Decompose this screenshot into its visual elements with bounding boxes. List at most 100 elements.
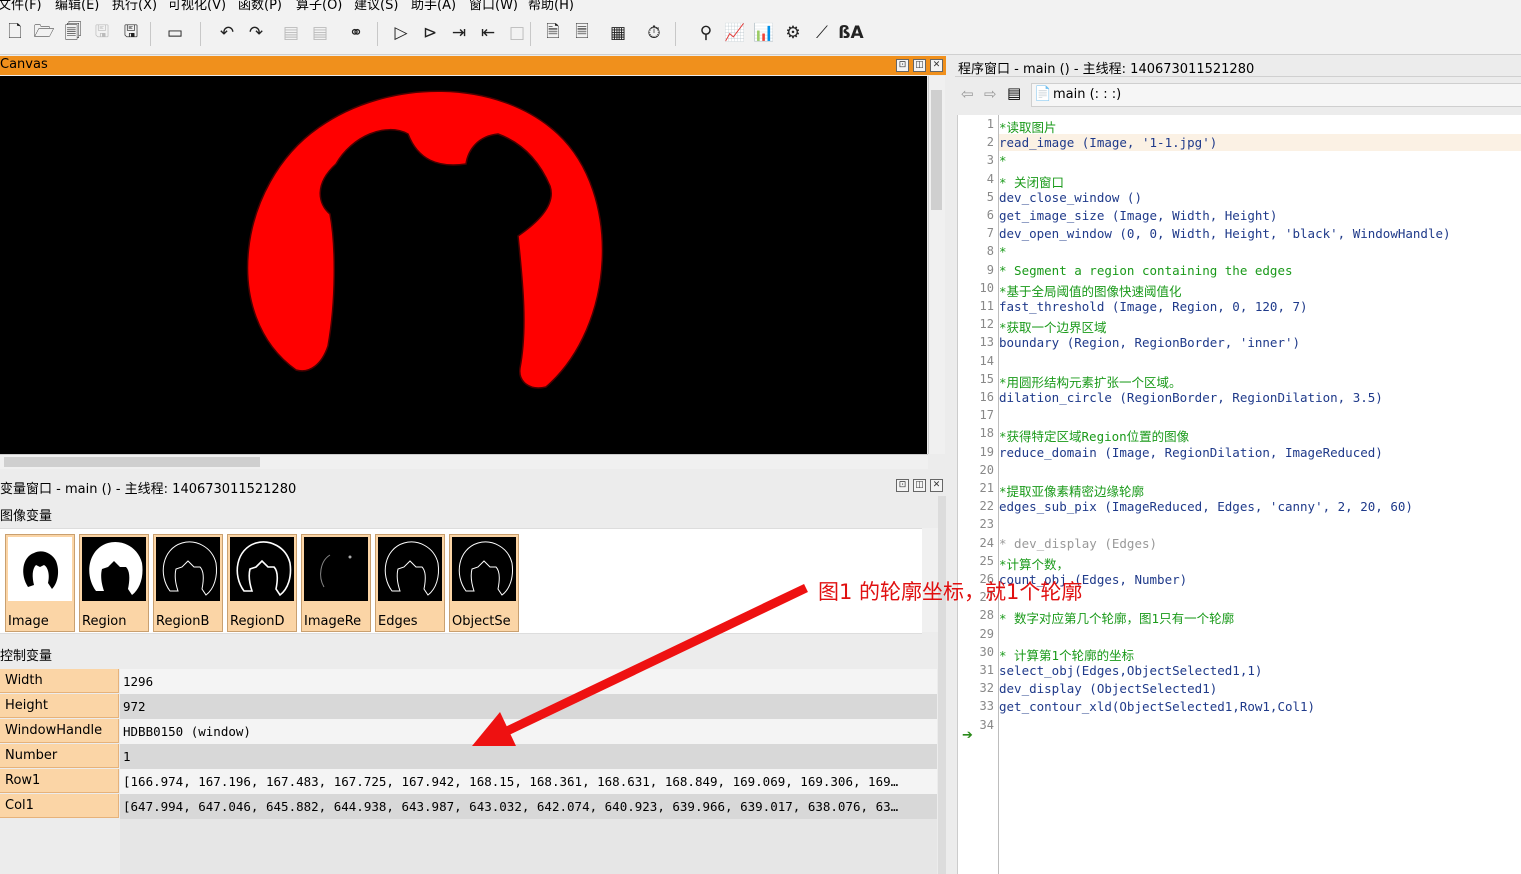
code-line[interactable]: * 关闭窗口 (999, 172, 1064, 191)
save-all-icon[interactable]: 🖫 (118, 20, 144, 46)
run-icon[interactable]: ▷ (388, 20, 414, 46)
paste-disabled-icon[interactable]: ▤ (307, 20, 333, 46)
forward-arrow-icon[interactable]: ⇨ (984, 85, 997, 103)
ocr-icon[interactable]: ßA (838, 20, 864, 46)
code-line[interactable]: get_contour_xld(ObjectSelected1,Row1,Col… (999, 699, 1315, 714)
code-line[interactable]: * dev_display (Edges) (999, 536, 1157, 551)
thumbnail (230, 537, 294, 601)
record-icon[interactable]: ▭ (162, 20, 188, 46)
scroll-thumb[interactable] (931, 90, 942, 210)
canvas-title-bar[interactable]: Canvas ⊡ ◫ ✕ (0, 56, 946, 75)
variable-window-title: 变量窗口 - main () - 主线程: 140673011521280 (0, 482, 297, 497)
program-window-title-bar[interactable]: 程序窗口 - main () - 主线程: 140673011521280 (955, 56, 1521, 77)
menu-operators[interactable]: 算子(O) (296, 0, 342, 13)
variable-window-title-bar[interactable]: 变量窗口 - main () - 主线程: 140673011521280 ⊡ … (0, 476, 946, 497)
code-line[interactable]: edges_sub_pix (ImageReduced, Edges, 'can… (999, 499, 1413, 514)
menu-assistants[interactable]: 助手(A) (411, 0, 456, 13)
redo-icon[interactable]: ↷ (243, 20, 269, 46)
code-line[interactable]: *提取亚像素精密边缘轮廓 (999, 481, 1144, 500)
code-line[interactable]: *计算个数， (999, 554, 1069, 573)
graphics-canvas[interactable] (0, 76, 927, 454)
menu-help[interactable]: 帮助(H) (528, 0, 574, 13)
code-line[interactable]: * 数字对应第几个轮廓，图1只有一个轮廓 (999, 608, 1234, 627)
step-back-icon[interactable]: ⇤ (475, 20, 501, 46)
code-line[interactable]: * Segment a region containing the edges (999, 263, 1293, 278)
toolbar-separator (200, 22, 201, 46)
code-line[interactable]: *基于全局阈值的图像快速阈值化 (999, 281, 1182, 300)
profiler-icon[interactable]: ⏱ (641, 20, 667, 46)
thumb-regiondilation[interactable]: RegionD (227, 534, 297, 632)
float-icon[interactable]: ⊡ (896, 59, 909, 72)
menu-file[interactable]: 文件(F) (0, 0, 42, 13)
code-line[interactable]: reduce_domain (Image, RegionDilation, Im… (999, 445, 1383, 460)
line-profile-icon[interactable]: ⟋ (809, 20, 835, 46)
activate-icon[interactable]: ▦ (605, 20, 631, 46)
thumb-image[interactable]: Image (5, 534, 75, 632)
variable-window-scrollbar[interactable] (938, 496, 946, 874)
code-line[interactable]: dilation_circle (RegionBorder, RegionDil… (999, 390, 1383, 405)
thumb-edges[interactable]: Edges (375, 534, 445, 632)
line-number: 4 (986, 171, 994, 186)
table-row[interactable]: Height 972 (0, 694, 937, 719)
table-row[interactable]: Number 1 (0, 744, 937, 769)
menu-edit[interactable]: 编辑(E) (55, 0, 99, 13)
thumb-imagereduced[interactable]: ImageRe (301, 534, 371, 632)
menu-window[interactable]: 窗口(W) (469, 0, 518, 13)
code-line[interactable]: * (999, 244, 1007, 259)
open-icon[interactable]: 🗁 (31, 20, 57, 46)
code-line[interactable]: * 计算第1个轮廓的坐标 (999, 645, 1134, 664)
line-number: 34 (979, 717, 994, 732)
program-editor[interactable]: 1 2 3 4 5 6 7 8 9 10 11 12 13 14 15 16 17 18 19 20 21 22 23 24 2… (957, 115, 1521, 874)
insert-icon[interactable]: 🗎 (540, 20, 566, 46)
cut-disabled-icon[interactable]: ▤ (278, 20, 304, 46)
code-line[interactable]: dev_open_window (0, 0, Width, Height, 'b… (999, 226, 1451, 241)
back-arrow-icon[interactable]: ⇦ (961, 85, 974, 103)
code-line[interactable]: *获得特定区域Region位置的图像 (999, 426, 1189, 445)
canvas-vertical-scrollbar[interactable] (928, 76, 945, 454)
find-icon[interactable]: ⚭ (343, 20, 369, 46)
thumb-region[interactable]: Region (79, 534, 149, 632)
table-row[interactable]: Width 1296 (0, 669, 937, 694)
save-disabled-icon[interactable]: 🖫 (89, 20, 115, 46)
menu-visualize[interactable]: 可视化(V) (168, 0, 226, 13)
histogram-icon[interactable]: 📊 (751, 20, 777, 46)
code-line[interactable]: select_obj(Edges,ObjectSelected1,1) (999, 663, 1262, 678)
canvas-horizontal-scrollbar[interactable] (0, 454, 928, 469)
menu-execute[interactable]: 执行(X) (112, 0, 157, 13)
step-over-icon[interactable]: ⊳ (417, 20, 443, 46)
float-icon[interactable]: ⊡ (896, 479, 909, 492)
close-icon[interactable]: ✕ (930, 59, 943, 72)
scroll-thumb[interactable] (4, 457, 260, 467)
code-line[interactable]: *获取一个边界区域 (999, 317, 1107, 336)
graph-icon[interactable]: 📈 (722, 20, 748, 46)
thumb-regionborder[interactable]: RegionB (153, 534, 223, 632)
procedure-list-icon[interactable]: ▤ (1007, 84, 1021, 102)
code-line[interactable]: get_image_size (Image, Width, Height) (999, 208, 1277, 223)
step-forward-icon[interactable]: ⇥ (446, 20, 472, 46)
browse-icon[interactable]: 🗐 (60, 20, 86, 46)
restore-icon[interactable]: ◫ (913, 59, 926, 72)
menu-suggestions[interactable]: 建议(S) (354, 0, 398, 13)
gray-icon[interactable]: ⚙ (780, 20, 806, 46)
new-file-icon[interactable]: 🗋 (2, 20, 28, 46)
thumb-objectselected[interactable]: ObjectSe (449, 534, 519, 632)
code-line[interactable]: dev_close_window () (999, 190, 1142, 205)
table-row[interactable]: WindowHandle HDBB0150 (window) (0, 719, 937, 744)
menu-procedures[interactable]: 函数(P) (238, 0, 282, 13)
print-icon[interactable]: 🗏 (569, 20, 595, 46)
close-icon[interactable]: ✕ (930, 479, 943, 492)
restore-icon[interactable]: ◫ (913, 479, 926, 492)
table-row[interactable]: Row1 [166.974, 167.196, 167.483, 167.725… (0, 769, 937, 794)
code-line[interactable]: * (999, 153, 1007, 168)
code-line[interactable]: fast_threshold (Image, Region, 0, 120, 7… (999, 299, 1308, 314)
code-line[interactable]: *用圆形结构元素扩张一个区域。 (999, 372, 1182, 391)
stop-icon[interactable]: □ (504, 20, 530, 46)
procedure-selector[interactable]: 📄 main (: : :) (1031, 83, 1521, 107)
code-line[interactable]: read_image (Image, '1-1.jpg') (999, 135, 1217, 150)
undo-icon[interactable]: ↶ (214, 20, 240, 46)
code-line[interactable]: boundary (Region, RegionBorder, 'inner') (999, 335, 1300, 350)
code-line[interactable]: *读取图片 (999, 117, 1057, 136)
table-row[interactable]: Col1 [647.994, 647.046, 645.882, 644.938… (0, 794, 937, 819)
code-line[interactable]: dev_display (ObjectSelected1) (999, 681, 1217, 696)
zoom-icon[interactable]: ⚲ (693, 20, 719, 46)
